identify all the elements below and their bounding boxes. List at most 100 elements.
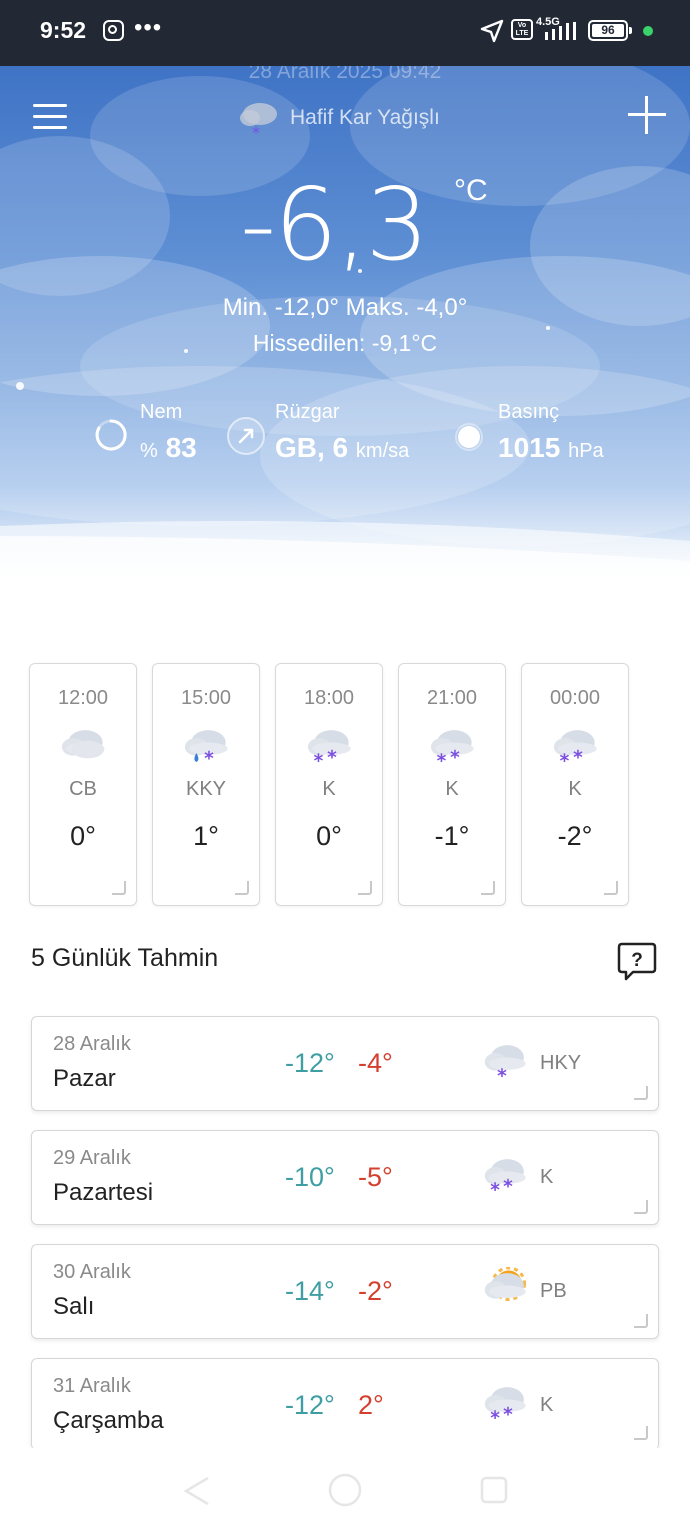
- wind-unit: km/sa: [355, 440, 410, 462]
- hour-icon-wrap: * *: [522, 724, 628, 772]
- location-arrow-icon: [480, 19, 504, 43]
- snow-icon: * *: [430, 730, 474, 772]
- hourly-card[interactable]: 21:00 * * K -1°: [398, 663, 506, 906]
- more-notifications-icon: •••: [134, 14, 163, 41]
- svg-text:*: *: [490, 1180, 500, 1197]
- hour-time: 15:00: [180, 687, 232, 709]
- hour-temperature: 0°: [316, 821, 342, 851]
- wind-label: Rüzgar: [275, 401, 340, 423]
- instagram-icon: [103, 20, 124, 41]
- daily-forecast-card[interactable]: 28 Aralık Pazar -12° -4° * HKY: [31, 1016, 659, 1111]
- svg-text:*: *: [314, 751, 324, 768]
- hour-time: 21:00: [426, 687, 478, 709]
- menu-button[interactable]: [33, 104, 67, 130]
- humidity-label: Nem: [140, 401, 183, 423]
- expand-corner-icon: [235, 881, 249, 895]
- day-icon-wrap: *: [482, 1039, 528, 1088]
- day-name: Pazar: [53, 1065, 116, 1092]
- expand-corner-icon: [604, 881, 618, 895]
- feels-like: Hissedilen: -9,1°C: [252, 330, 438, 356]
- hour-wind-direction: K: [568, 778, 582, 800]
- current-condition: Hafif Kar Yağışlı: [290, 106, 440, 129]
- day-condition-code: K: [540, 1166, 554, 1188]
- wind-value: GB, 6: [275, 432, 349, 463]
- hourly-card[interactable]: 12:00 CB 0°: [29, 663, 137, 906]
- day-date: 28 Aralık: [53, 1033, 131, 1055]
- battery-level: 96: [592, 24, 624, 37]
- snow-icon: * *: [484, 1387, 526, 1429]
- svg-text:*: *: [252, 123, 260, 142]
- wind-stat: Rüzgar GB, 6 km/sa: [275, 401, 409, 464]
- temperature-unit: °C: [454, 174, 488, 207]
- hour-icon-wrap: *: [153, 724, 259, 770]
- humidity-prefix: %: [140, 440, 158, 462]
- hour-icon-wrap: * *: [276, 724, 382, 772]
- day-name: Çarşamba: [53, 1407, 164, 1434]
- day-max-temp: -4°: [358, 1048, 393, 1078]
- expand-corner-icon: [634, 1314, 648, 1328]
- svg-text:*: *: [450, 748, 460, 768]
- status-bar: 9:52 ••• Vo LTE 4.5G 96: [0, 0, 690, 66]
- expand-corner-icon: [481, 881, 495, 895]
- hour-temperature: -2°: [557, 821, 593, 851]
- hourly-card[interactable]: 18:00 * * K 0°: [275, 663, 383, 906]
- hour-wind-direction: K: [322, 778, 336, 800]
- svg-text:*: *: [503, 1405, 513, 1425]
- wind-direction-icon: [227, 417, 265, 455]
- daily-forecast-card[interactable]: 31 Aralık Çarşamba -12° 2° * * K: [31, 1358, 659, 1450]
- hour-temperature: -1°: [434, 821, 470, 851]
- hour-icon-wrap: [30, 724, 136, 770]
- day-icon-wrap: * *: [482, 1381, 528, 1430]
- current-weather-hero: 28 Aralık 2025 09:42 * Hafif Kar Yağışlı…: [0, 66, 690, 606]
- hourly-card[interactable]: 15:00 * KKY 1°: [152, 663, 260, 906]
- hourly-card[interactable]: 00:00 * * K -2°: [521, 663, 629, 906]
- light-snow-icon: *: [240, 103, 277, 142]
- volte-icon: Vo LTE: [511, 19, 533, 40]
- expand-corner-icon: [112, 881, 126, 895]
- last-update-date: 28 Aralık 2025 09:42: [248, 66, 442, 83]
- home-nav-icon[interactable]: [327, 1472, 363, 1508]
- system-nav-bar: [0, 1448, 690, 1533]
- svg-text:*: *: [327, 748, 337, 768]
- svg-text:*: *: [503, 1177, 513, 1197]
- current-temperature: -6,3: [240, 166, 429, 283]
- expand-corner-icon: [634, 1426, 648, 1440]
- hour-time: 12:00: [57, 687, 109, 709]
- light-snow-icon: *: [484, 1045, 526, 1087]
- day-min-temp: -14°: [285, 1276, 335, 1306]
- status-time: 9:52: [40, 17, 87, 43]
- privacy-indicator-dot: [643, 26, 653, 36]
- day-condition-code: PB: [540, 1280, 567, 1302]
- pressure-stat: Basınç 1015 hPa: [498, 401, 604, 464]
- day-condition-code: K: [540, 1394, 554, 1416]
- hour-wind-direction: K: [445, 778, 459, 800]
- rain-snow-icon: *: [184, 730, 228, 769]
- daily-forecast-card[interactable]: 30 Aralık Salı -14° -2° PB: [31, 1244, 659, 1339]
- help-icon[interactable]: ?: [617, 941, 657, 981]
- day-date: 30 Aralık: [53, 1261, 131, 1283]
- day-name: Salı: [53, 1293, 95, 1320]
- forecast-section-title: 5 Günlük Tahmin: [31, 944, 219, 972]
- snow-icon: * *: [553, 730, 597, 772]
- svg-text:*: *: [497, 1066, 507, 1083]
- recents-nav-icon[interactable]: [480, 1476, 508, 1504]
- humidity-value: 83: [165, 432, 197, 463]
- hour-wind-direction: KKY: [185, 778, 227, 800]
- svg-text:*: *: [560, 751, 570, 768]
- pressure-unit: hPa: [568, 440, 604, 462]
- day-icon-wrap: * *: [482, 1153, 528, 1202]
- add-location-button[interactable]: [628, 96, 666, 134]
- svg-text:*: *: [437, 751, 447, 768]
- back-nav-icon[interactable]: [182, 1476, 212, 1506]
- daily-forecast-card[interactable]: 29 Aralık Pazartesi -10° -5° * * K: [31, 1130, 659, 1225]
- svg-text:*: *: [573, 748, 583, 768]
- expand-corner-icon: [634, 1200, 648, 1214]
- humidity-ring-icon: [95, 419, 127, 451]
- day-min-temp: -12°: [285, 1048, 335, 1078]
- partly-cloudy-icon: [484, 1266, 527, 1302]
- svg-text:*: *: [204, 748, 214, 768]
- hour-wind-direction: CB: [69, 778, 97, 800]
- signal-icon: [545, 22, 576, 40]
- hour-time: 00:00: [549, 687, 601, 709]
- snow-icon: * *: [307, 730, 351, 772]
